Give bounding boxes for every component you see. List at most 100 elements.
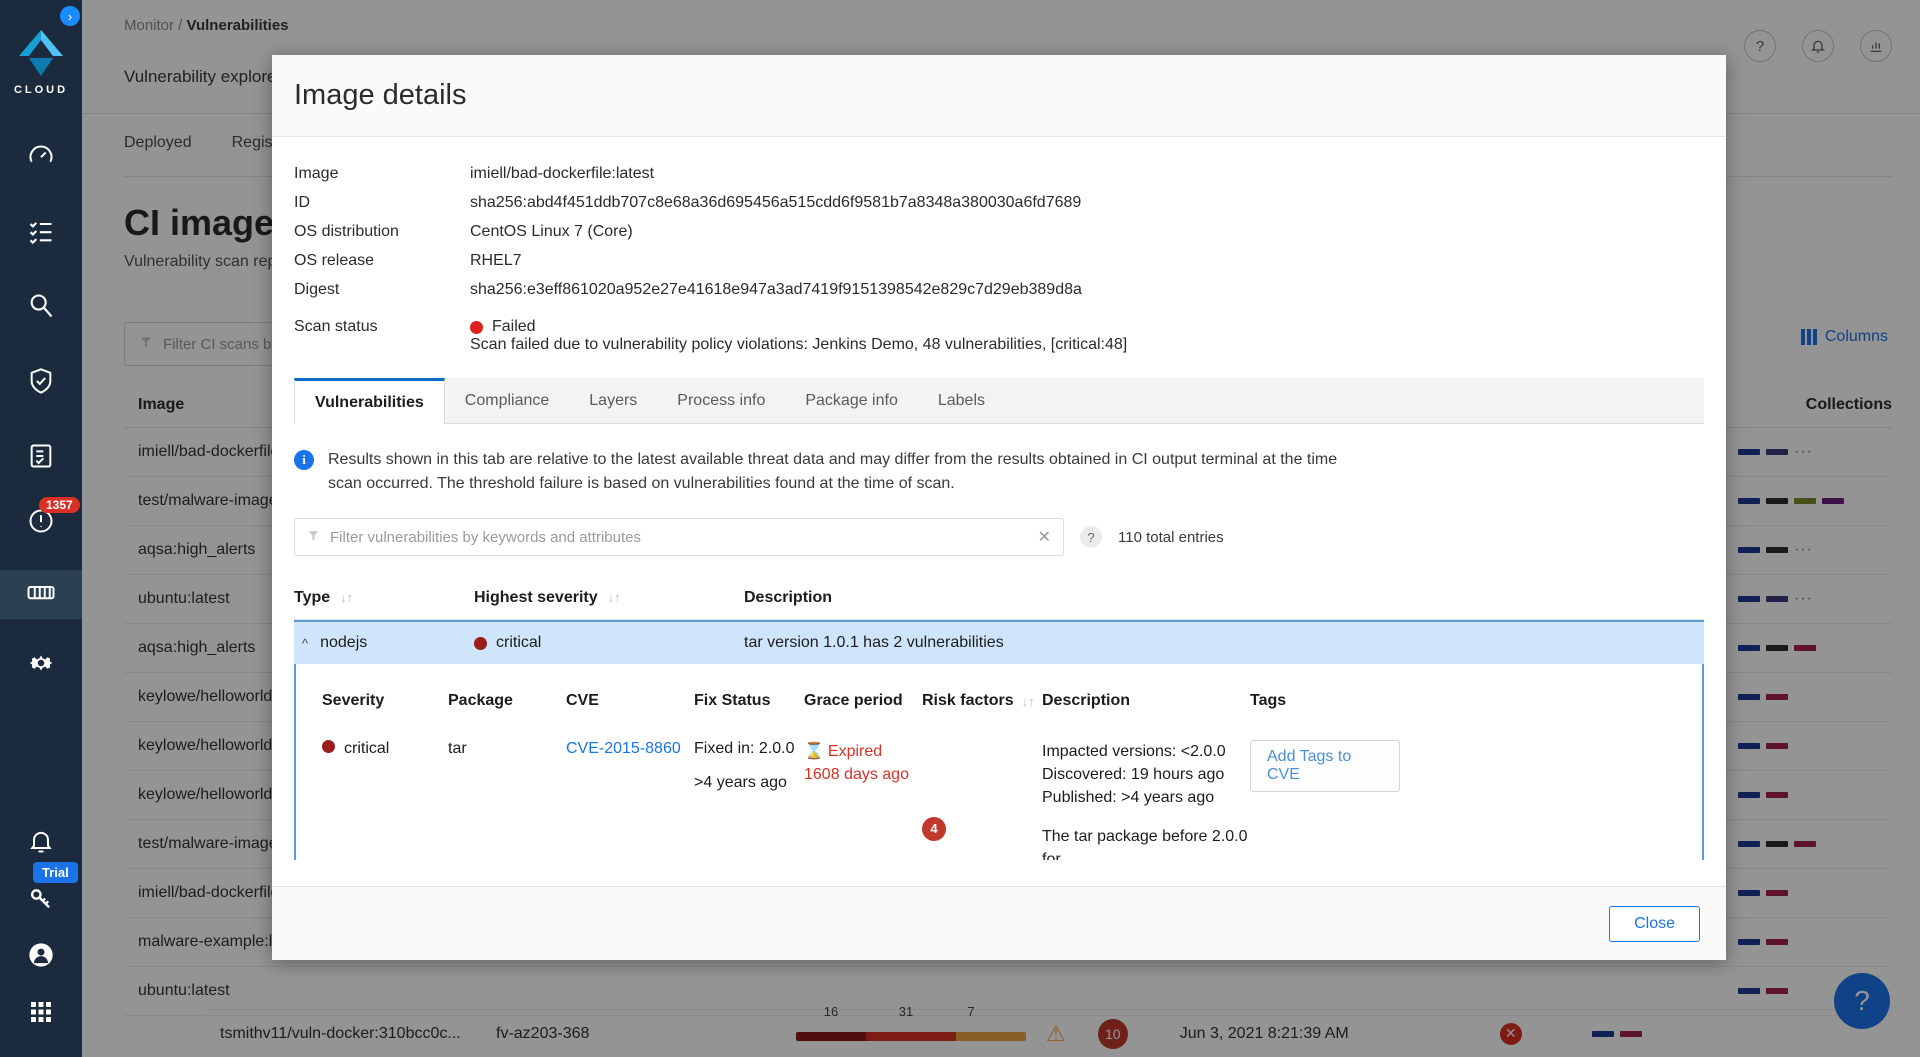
tab-layers[interactable]: Layers [569, 378, 657, 423]
chevron-up-icon[interactable]: ^ [302, 636, 308, 651]
tab-package-info[interactable]: Package info [785, 378, 918, 423]
row-type-cell: ^ nodejs [294, 634, 474, 652]
detail-column-risk-factors[interactable]: Risk factors ↓↑ [922, 692, 1042, 710]
desc-impacted-versions: Impacted versions: <2.0.0 [1042, 740, 1250, 763]
meta-value: imiell/bad-dockerfile:latest [470, 159, 1726, 188]
column-highest-severity[interactable]: Highest severity ↓↑ [474, 589, 744, 607]
tab-vulnerabilities[interactable]: Vulnerabilities [294, 378, 445, 424]
detail-column-cve: CVE [566, 692, 694, 710]
detail-column-grace-period: Grace period [804, 692, 922, 710]
status-dot-icon [470, 321, 483, 334]
list-check-icon [27, 217, 55, 250]
row-severity-label: critical [496, 634, 541, 652]
detail-cve-link[interactable]: CVE-2015-8860 [566, 740, 694, 860]
column-type[interactable]: Type ↓↑ [294, 589, 474, 607]
tab-labels[interactable]: Labels [918, 378, 1005, 423]
row-type-label: nodejs [320, 634, 367, 652]
tab-compliance[interactable]: Compliance [445, 378, 569, 423]
severity-dot-icon [474, 637, 487, 650]
meta-row-image: Image imiell/bad-dockerfile:latest [294, 159, 1726, 188]
sidebar-item-account[interactable] [0, 933, 82, 982]
vulnerabilities-table: Type ↓↑ Highest severity ↓↑ Description … [294, 576, 1704, 860]
modal-tabs: Vulnerabilities Compliance Layers Proces… [294, 378, 1704, 424]
app-root: Monitor / Vulnerabilities Vulnerability … [0, 0, 1920, 1057]
desc-discovered: Discovered: 19 hours ago [1042, 763, 1250, 786]
severity-dot-icon [322, 740, 335, 753]
modal-footer: Close [272, 886, 1726, 960]
sidebar-item-apps[interactable] [0, 990, 82, 1039]
close-icon[interactable]: ✕ [1038, 527, 1051, 547]
detail-risk-factors-cell: 4 [922, 740, 1042, 860]
alerts-badge: 1357 [39, 497, 80, 513]
meta-value: sha256:e3eff861020a952e27e41618e947a3ad7… [470, 275, 1726, 304]
info-banner: i Results shown in this tab are relative… [294, 448, 1704, 496]
sort-icon[interactable]: ↓↑ [608, 590, 621, 605]
bell-icon [27, 827, 55, 860]
cve-link-label: CVE-2015-8860 [566, 740, 681, 757]
document-check-icon [27, 442, 55, 475]
detail-package-label: tar [448, 740, 566, 860]
vulnerability-row-nodejs[interactable]: ^ nodejs critical tar version 1.0.1 has … [294, 620, 1704, 664]
sidebar-item-monitor[interactable] [0, 570, 82, 619]
sidebar-item-investigate[interactable] [0, 284, 82, 333]
detail-column-severity: Severity [322, 692, 448, 710]
scan-status-detail: Scan failed due to vulnerability policy … [470, 336, 1127, 353]
meta-label: Image [294, 159, 470, 188]
sidebar-item-alerts[interactable]: 1357 [0, 499, 82, 548]
detail-description-cell: Impacted versions: <2.0.0 Discovered: 19… [1042, 740, 1250, 860]
column-type-label: Type [294, 589, 330, 607]
scan-status-value-wrap: Failed Scan failed due to vulnerability … [470, 318, 1726, 354]
column-description-label: Description [744, 589, 832, 607]
meta-row-os-release: OS release RHEL7 [294, 246, 1726, 275]
modal-header: Image details [272, 55, 1726, 137]
sidebar-item-radars[interactable] [0, 209, 82, 258]
vulnerability-filter-placeholder: Filter vulnerabilities by keywords and a… [330, 529, 641, 546]
scan-status-label: Scan status [294, 318, 470, 354]
detail-column-package: Package [448, 692, 566, 710]
sort-icon[interactable]: ↓↑ [1022, 694, 1035, 709]
modal-title: Image details [294, 79, 467, 112]
grid-apps-icon [29, 1000, 53, 1029]
tab-process-info[interactable]: Process info [657, 378, 785, 423]
sidebar-item-dashboard[interactable] [0, 134, 82, 183]
meta-row-id: ID sha256:abd4f451ddb707c8e68a36d695456a… [294, 188, 1726, 217]
desc-published: Published: >4 years ago [1042, 786, 1250, 809]
meta-value: sha256:abd4f451ddb707c8e68a36d695456a515… [470, 188, 1726, 217]
desc-body-line1: The tar package before 2.0.0 for [1042, 825, 1250, 860]
hourglass-icon: ⌛ [804, 743, 824, 760]
brand-label: CLOUD [14, 84, 68, 96]
sidebar-item-license[interactable]: Trial [0, 876, 82, 925]
sidebar-item-defend[interactable] [0, 359, 82, 408]
status-badge: Failed [492, 318, 536, 336]
vulnerability-filter-input[interactable]: Filter vulnerabilities by keywords and a… [294, 518, 1064, 556]
trial-badge: Trial [33, 862, 78, 883]
detail-severity-cell: critical [322, 740, 448, 860]
chevron-right-icon[interactable]: › [58, 4, 82, 28]
meta-label: OS release [294, 246, 470, 275]
sidebar-item-manage[interactable] [0, 641, 82, 690]
sort-icon[interactable]: ↓↑ [340, 590, 353, 605]
container-icon [26, 577, 56, 612]
meta-value: CentOS Linux 7 (Core) [470, 217, 1726, 246]
detail-column-description: Description [1042, 692, 1250, 710]
sidebar-item-compliance[interactable] [0, 434, 82, 483]
user-circle-icon [27, 941, 55, 974]
close-button[interactable]: Close [1609, 906, 1700, 942]
meta-label: OS distribution [294, 217, 470, 246]
question-mark-icon[interactable]: ? [1080, 526, 1102, 548]
detail-tags-cell: Add Tags to CVE [1250, 740, 1400, 860]
column-highest-severity-label: Highest severity [474, 589, 598, 607]
key-icon [27, 884, 55, 917]
vulnerability-detail-panel: Severity Package CVE Fix Status Grace pe… [294, 664, 1704, 860]
detail-grace-period-cell: ⌛Expired 1608 days ago [804, 740, 922, 860]
detail-fix-status-cell: Fixed in: 2.0.0 >4 years ago [694, 740, 804, 860]
meta-label: ID [294, 188, 470, 217]
add-tags-to-cve-button[interactable]: Add Tags to CVE [1250, 740, 1400, 792]
magnifier-icon [27, 292, 55, 325]
info-banner-text: Results shown in this tab are relative t… [328, 448, 1338, 496]
row-description-label: tar version 1.0.1 has 2 vulnerabilities [744, 634, 1004, 652]
sidebar-item-notifications[interactable] [0, 819, 82, 868]
total-entries-label: 110 total entries [1118, 529, 1224, 546]
brand-logo: CLOUD [14, 28, 68, 96]
meta-row-os-distribution: OS distribution CentOS Linux 7 (Core) [294, 217, 1726, 246]
